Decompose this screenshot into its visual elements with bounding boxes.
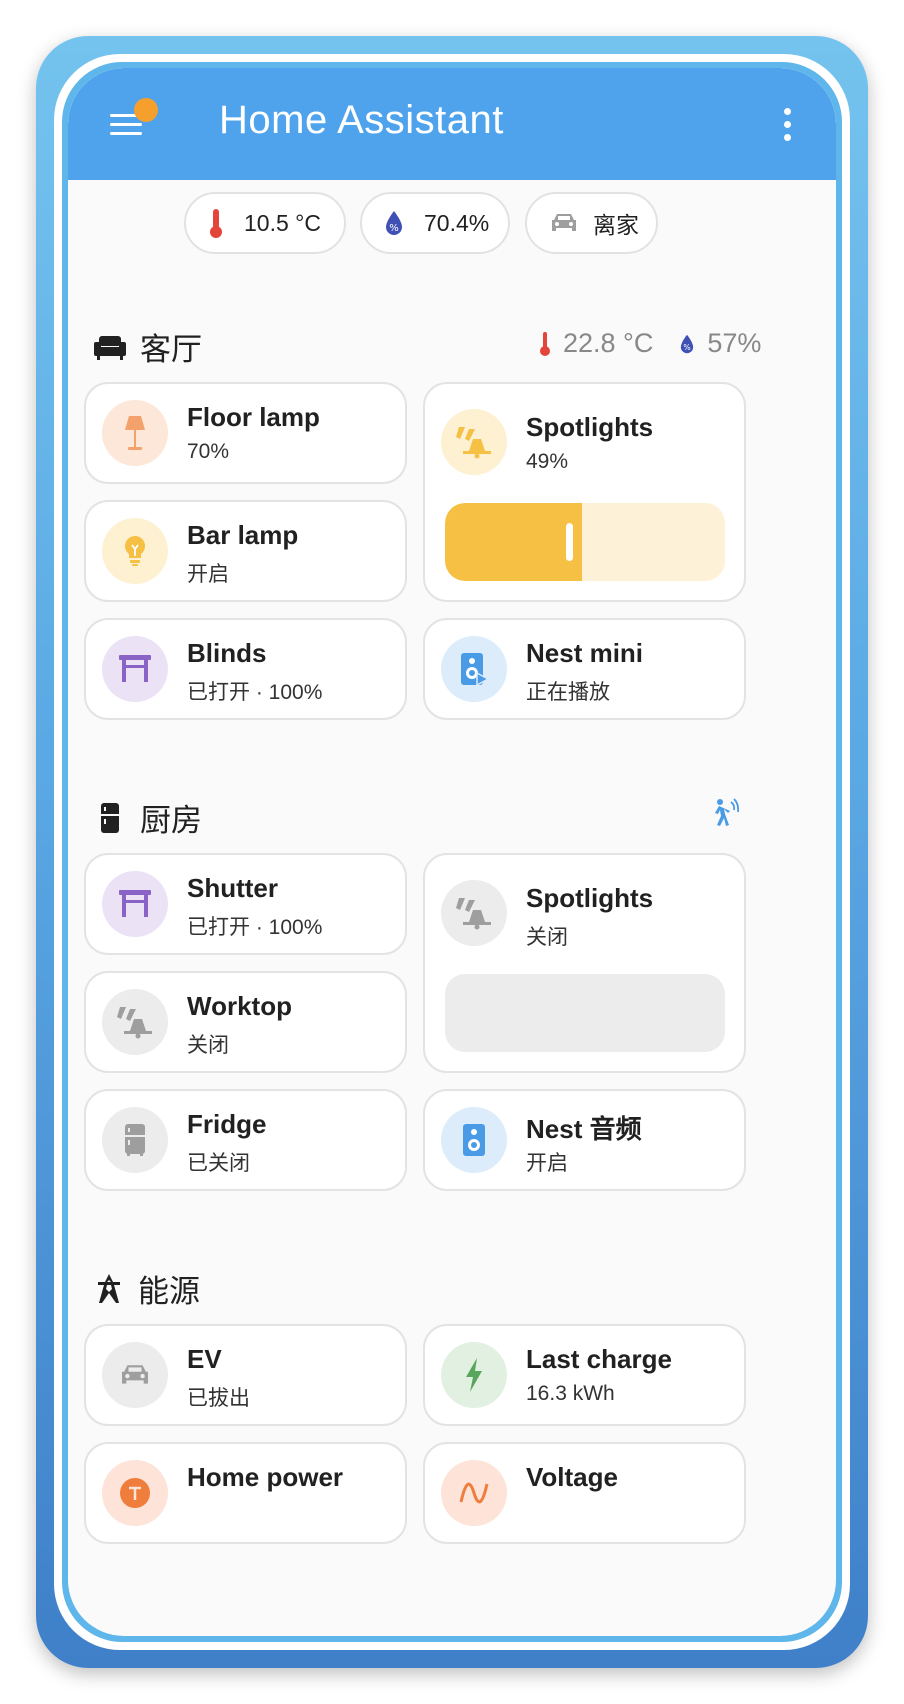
spotlight-icon[interactable] — [441, 409, 507, 475]
section-header-kitchen: 厨房 — [94, 795, 202, 840]
device-frame: Home Assistant 10.5 °C % 70.4% 离家 客厅 22.… — [36, 36, 868, 1668]
power-meter-icon[interactable] — [102, 1460, 168, 1526]
thermometer-icon — [210, 209, 222, 238]
tile-worktop[interactable]: Worktop 关闭 — [84, 971, 407, 1073]
tile-name: Nest mini — [526, 638, 644, 668]
lightbulb-icon[interactable] — [102, 518, 168, 584]
tile-last-charge[interactable]: Last charge 16.3 kWh — [423, 1324, 746, 1426]
tile-state: 已关闭 — [187, 1152, 250, 1175]
tile-voltage[interactable]: Voltage — [423, 1442, 746, 1544]
tile-state: 70% — [187, 440, 230, 463]
tile-ev[interactable]: EV 已拔出 — [84, 1324, 407, 1426]
speaker-icon[interactable] — [441, 1107, 507, 1173]
motion-sensor-icon[interactable] — [710, 798, 740, 828]
menu-icon-line — [110, 123, 142, 126]
floor-lamp-icon[interactable] — [102, 400, 168, 466]
speaker-play-icon[interactable] — [441, 636, 507, 702]
section-title-energy: 能源 — [138, 1274, 200, 1309]
tile-nest-mini[interactable]: Nest mini 正在播放 — [423, 618, 746, 720]
tile-state: 开启 — [526, 1152, 568, 1175]
tile-spotlights-kitchen[interactable]: Spotlights 关闭 — [423, 853, 746, 1073]
section-header-living-room: 客厅 — [94, 324, 202, 369]
fridge-icon — [101, 802, 119, 833]
section-title-kitchen: 厨房 — [140, 803, 202, 838]
tile-name: Shutter — [187, 873, 278, 903]
tile-state: 49% — [526, 450, 569, 473]
badge-temperature[interactable]: 10.5 °C — [184, 192, 346, 254]
tile-name: Blinds — [187, 638, 267, 668]
tile-state: 关闭 — [187, 1034, 229, 1057]
tile-state: 关闭 — [526, 926, 568, 949]
section-header-energy: 能源 — [94, 1266, 200, 1311]
menu-button[interactable] — [110, 98, 158, 140]
fridge-icon[interactable] — [102, 1107, 168, 1173]
tile-state: 开启 — [187, 563, 229, 586]
brightness-slider[interactable] — [445, 503, 725, 581]
transmission-tower-icon — [98, 1273, 120, 1303]
frame-edge: Home Assistant 10.5 °C % 70.4% 离家 客厅 22.… — [62, 62, 842, 1642]
lightning-bolt-icon[interactable] — [441, 1342, 507, 1408]
tile-name: Voltage — [526, 1462, 618, 1492]
brightness-slider-fill — [445, 503, 582, 581]
tile-state: 16.3 kWh — [526, 1382, 615, 1405]
app-header: Home Assistant — [68, 68, 836, 180]
living-room-temperature: 22.8 °C — [563, 328, 654, 358]
living-room-humidity: 57% — [707, 328, 762, 358]
menu-icon-line — [110, 132, 142, 135]
car-icon — [552, 214, 576, 231]
tile-spotlights-living[interactable]: Spotlights 49% — [423, 382, 746, 602]
tile-blinds[interactable]: Blinds 已打开 · 100% — [84, 618, 407, 720]
humidity-icon: % — [681, 334, 694, 353]
tile-name: Floor lamp — [187, 402, 320, 432]
notification-dot-icon — [134, 98, 158, 122]
tile-state: 已打开 · 100% — [187, 916, 323, 939]
badge-humidity-value: 70.4% — [424, 209, 490, 236]
frame-bezel: Home Assistant 10.5 °C % 70.4% 离家 客厅 22.… — [54, 54, 850, 1650]
tile-home-power[interactable]: Home power — [84, 1442, 407, 1544]
tile-name: Last charge — [526, 1344, 672, 1374]
svg-text:%: % — [684, 343, 691, 352]
tile-name: Nest 音频 — [526, 1114, 642, 1144]
summary-badges: 10.5 °C % 70.4% 离家 — [68, 192, 836, 258]
badge-presence[interactable]: 离家 — [525, 192, 658, 254]
tile-name: Home power — [187, 1462, 344, 1492]
app-title: Home Assistant — [219, 98, 504, 142]
badge-temperature-value: 10.5 °C — [244, 209, 321, 236]
brightness-slider[interactable] — [445, 974, 725, 1052]
tile-state: 已拔出 — [187, 1387, 250, 1410]
tile-name: EV — [187, 1344, 222, 1374]
tile-nest-audio[interactable]: Nest 音频 开启 — [423, 1089, 746, 1191]
blinds-icon[interactable] — [102, 871, 168, 937]
app-screen: Home Assistant 10.5 °C % 70.4% 离家 客厅 22.… — [68, 68, 836, 1636]
tile-fridge[interactable]: Fridge 已关闭 — [84, 1089, 407, 1191]
sine-wave-icon[interactable] — [441, 1460, 507, 1526]
tile-state: 已打开 · 100% — [187, 681, 323, 704]
living-room-climate: 22.8 °C % 57% — [539, 328, 761, 359]
badge-presence-value: 离家 — [593, 212, 639, 238]
sofa-icon — [94, 335, 126, 360]
more-options-icon[interactable] — [782, 108, 792, 144]
tile-state: 正在播放 — [526, 681, 610, 704]
section-title-living-room: 客厅 — [140, 332, 202, 367]
tile-shutter[interactable]: Shutter 已打开 · 100% — [84, 853, 407, 955]
badge-humidity[interactable]: % 70.4% — [360, 192, 510, 254]
car-icon[interactable] — [102, 1342, 168, 1408]
tile-name: Worktop — [187, 991, 292, 1021]
spotlight-icon[interactable] — [102, 989, 168, 1055]
tile-name: Spotlights — [526, 412, 654, 442]
tile-name: Bar lamp — [187, 520, 299, 550]
tile-bar-lamp[interactable]: Bar lamp 开启 — [84, 500, 407, 602]
tile-name: Fridge — [187, 1109, 267, 1139]
humidity-icon: % — [386, 211, 402, 235]
spotlight-icon[interactable] — [441, 880, 507, 946]
thermometer-icon — [540, 331, 550, 356]
brightness-slider-handle[interactable] — [566, 523, 573, 561]
tile-floor-lamp[interactable]: Floor lamp 70% — [84, 382, 407, 484]
svg-text:%: % — [389, 223, 399, 234]
blinds-icon[interactable] — [102, 636, 168, 702]
tile-name: Spotlights — [526, 883, 654, 913]
